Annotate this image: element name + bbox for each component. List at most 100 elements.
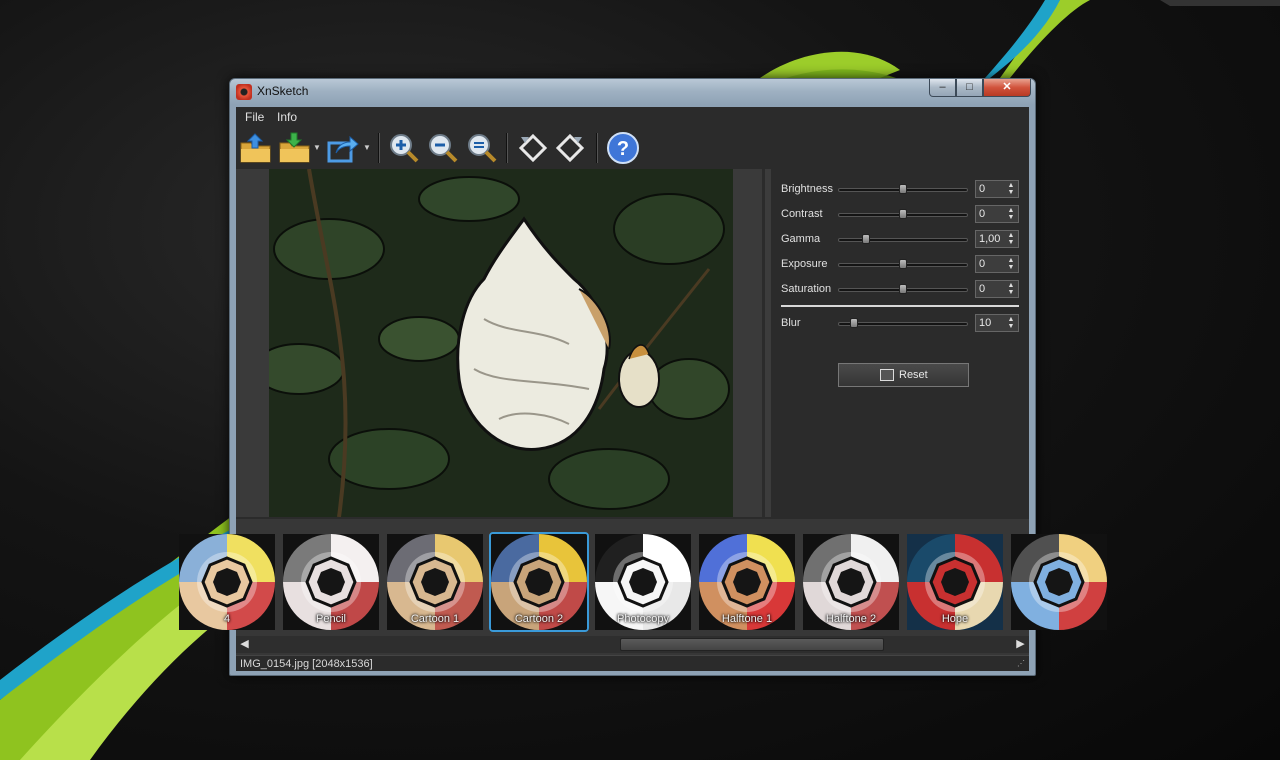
rotate-left-icon[interactable] xyxy=(516,131,550,165)
exposure-slider-thumb[interactable] xyxy=(899,259,907,269)
settings-panel: Brightness 0 ▲ ▼ Contrast 0 ▲ ▼ Gamma 1,… xyxy=(771,169,1029,519)
filter-label: Halftone 2 xyxy=(825,613,877,625)
svg-text:?: ? xyxy=(617,138,629,160)
open-folder-icon[interactable] xyxy=(239,131,273,165)
scroll-right-icon[interactable]: ▶ xyxy=(1012,636,1029,653)
filter-thumb-cartoon-1[interactable]: Cartoon 1 xyxy=(387,534,483,630)
filter-label: Hope xyxy=(941,613,969,625)
menu-file[interactable]: File xyxy=(245,110,264,124)
spin-down-icon[interactable]: ▼ xyxy=(1006,239,1016,246)
contrast-spinbox[interactable]: 0 ▲ ▼ xyxy=(975,205,1019,223)
gamma-slider-track[interactable] xyxy=(838,238,968,242)
saturation-value[interactable]: 0 xyxy=(979,283,985,295)
filter-thumb-pencil[interactable]: Pencil xyxy=(283,534,379,630)
exposure-row: Exposure 0 ▲ ▼ xyxy=(771,255,1029,275)
section-divider xyxy=(781,305,1019,307)
filter-thumb-hope[interactable]: Hope xyxy=(907,534,1003,630)
toolbar-separator xyxy=(506,133,508,163)
xnsketch-window: XnSketch – □ ✕ File Info ▼ ▼ ? Brightnes… xyxy=(179,78,1107,676)
spin-up-icon[interactable]: ▲ xyxy=(1006,182,1016,189)
filter-thumb-halftone-1[interactable]: Halftone 1 xyxy=(699,534,795,630)
share-dropdown-arrow[interactable]: ▼ xyxy=(363,144,371,152)
brightness-spinbox[interactable]: 0 ▲ ▼ xyxy=(975,180,1019,198)
help-icon[interactable]: ? xyxy=(606,131,640,165)
blur-slider-thumb[interactable] xyxy=(850,318,859,328)
filter-thumb-4[interactable]: 4 xyxy=(179,534,275,630)
title-bar[interactable]: XnSketch – □ ✕ xyxy=(230,79,1035,103)
exposure-spinbox[interactable]: 0 ▲ ▼ xyxy=(975,255,1019,273)
filter-label: Cartoon 1 xyxy=(410,613,460,625)
spin-up-icon[interactable]: ▲ xyxy=(1006,207,1016,214)
spin-up-icon[interactable]: ▲ xyxy=(1006,232,1016,239)
contrast-label: Contrast xyxy=(781,208,823,220)
gamma-spinbox[interactable]: 1,00 ▲ ▼ xyxy=(975,230,1019,248)
filter-scrollbar[interactable]: ◀ ▶ xyxy=(236,636,1029,653)
maximize-button[interactable]: □ xyxy=(956,79,983,97)
filter-strip: 4 Pencil Cartoon 1 Cartoon 2 Photocopy Halfto… xyxy=(179,519,1107,655)
saturation-spinbox[interactable]: 0 ▲ ▼ xyxy=(975,280,1019,298)
exposure-value[interactable]: 0 xyxy=(979,258,985,270)
saturation-slider-thumb[interactable] xyxy=(899,284,907,294)
spin-up-icon[interactable]: ▲ xyxy=(1006,257,1016,264)
reset-label: Reset xyxy=(899,369,928,381)
zoom-out-icon[interactable] xyxy=(426,131,460,165)
spin-down-icon[interactable]: ▼ xyxy=(1006,323,1016,330)
reset-icon xyxy=(880,369,894,381)
blur-label: Blur xyxy=(781,317,801,329)
spin-up-icon[interactable]: ▲ xyxy=(1006,316,1016,323)
filter-thumb-halftone-2[interactable]: Halftone 2 xyxy=(803,534,899,630)
filter-label: Photocopy xyxy=(617,613,669,625)
gamma-slider-thumb[interactable] xyxy=(862,234,871,244)
spin-up-icon[interactable]: ▲ xyxy=(1006,282,1016,289)
menu-bar: File Info xyxy=(236,107,1029,127)
spin-down-icon[interactable]: ▼ xyxy=(1006,214,1016,221)
blur-value[interactable]: 10 xyxy=(979,317,991,329)
filter-thumb-photocopy[interactable]: Photocopy xyxy=(595,534,691,630)
contrast-slider-thumb[interactable] xyxy=(899,209,907,219)
gamma-row: Gamma 1,00 ▲ ▼ xyxy=(771,230,1029,250)
rotate-right-icon[interactable] xyxy=(553,131,587,165)
toolbar-separator xyxy=(596,133,598,163)
window-title: XnSketch xyxy=(257,84,309,98)
brightness-row: Brightness 0 ▲ ▼ xyxy=(771,180,1029,200)
saturation-label: Saturation xyxy=(781,283,832,295)
gamma-value[interactable]: 1,00 xyxy=(979,233,1000,245)
filter-thumb-more[interactable] xyxy=(1011,534,1107,630)
preview-image[interactable] xyxy=(269,169,733,517)
filter-label: Cartoon 2 xyxy=(514,613,564,625)
zoom-fit-icon[interactable] xyxy=(465,131,499,165)
filter-label: Halftone 1 xyxy=(721,613,773,625)
blur-row: Blur 10 ▲ ▼ xyxy=(771,314,1029,334)
filter-thumb-cartoon-2[interactable]: Cartoon 2 xyxy=(489,532,589,632)
save-dropdown-arrow[interactable]: ▼ xyxy=(313,144,321,152)
share-icon[interactable] xyxy=(326,131,360,165)
app-icon xyxy=(236,84,252,100)
reset-button[interactable]: Reset xyxy=(838,363,969,387)
spin-down-icon[interactable]: ▼ xyxy=(1006,289,1016,296)
gamma-label: Gamma xyxy=(781,233,821,245)
exposure-label: Exposure xyxy=(781,258,828,270)
toolbar-separator xyxy=(378,133,380,163)
menu-info[interactable]: Info xyxy=(277,110,297,124)
status-filename: IMG_0154.jpg [2048x1536] xyxy=(240,658,373,670)
scroll-left-icon[interactable]: ◀ xyxy=(236,636,253,653)
contrast-value[interactable]: 0 xyxy=(979,208,985,220)
toolbar: ▼ ▼ ? xyxy=(236,127,1029,167)
filter-label: Pencil xyxy=(316,613,346,625)
saturation-row: Saturation 0 ▲ ▼ xyxy=(771,280,1029,300)
minimize-button[interactable]: – xyxy=(929,79,956,97)
spin-down-icon[interactable]: ▼ xyxy=(1006,189,1016,196)
brightness-label: Brightness xyxy=(781,183,833,195)
flower-sketch xyxy=(269,169,733,517)
brightness-value[interactable]: 0 xyxy=(979,183,985,195)
resize-grip-icon[interactable]: ⋰ xyxy=(1017,659,1027,669)
zoom-in-icon[interactable] xyxy=(387,131,421,165)
save-folder-icon[interactable] xyxy=(278,131,312,165)
filter-label: 4 xyxy=(223,613,231,625)
preview-area xyxy=(236,169,762,517)
spin-down-icon[interactable]: ▼ xyxy=(1006,264,1016,271)
blur-spinbox[interactable]: 10 ▲ ▼ xyxy=(975,314,1019,332)
scroll-thumb[interactable] xyxy=(620,638,884,651)
brightness-slider-thumb[interactable] xyxy=(899,184,907,194)
close-button[interactable]: ✕ xyxy=(983,79,1031,97)
